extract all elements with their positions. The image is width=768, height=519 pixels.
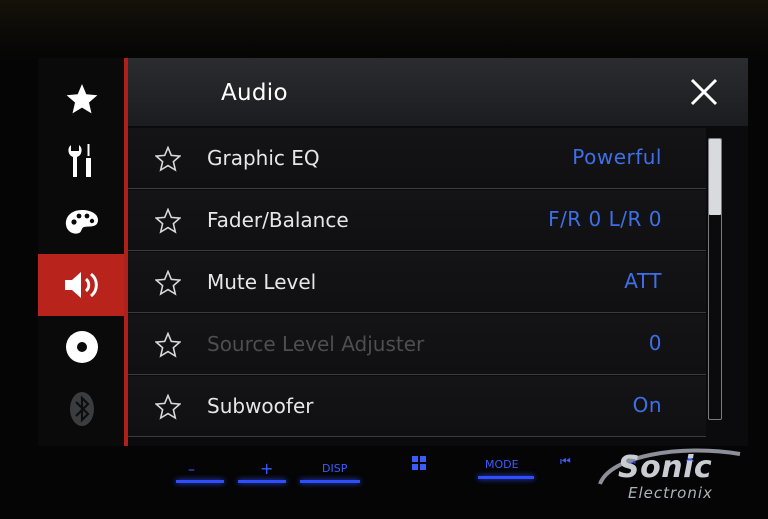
favorite-star-icon[interactable] (155, 270, 181, 296)
sidebar-item-favorites[interactable] (38, 68, 126, 130)
button-underline (176, 480, 224, 483)
sidebar-item-theme[interactable] (38, 192, 126, 254)
setting-value: F/R 0 L/R 0 (548, 207, 662, 231)
bluetooth-icon (70, 392, 94, 426)
device-bezel-top (0, 0, 768, 60)
close-icon[interactable] (688, 76, 720, 108)
watermark-logo: Sonic Electronix (590, 446, 760, 506)
watermark-line1: Sonic (618, 450, 713, 485)
theme-palette-icon (65, 210, 98, 234)
sidebar-item-audio[interactable] (38, 254, 126, 316)
setting-value: 0 (648, 331, 662, 355)
favorite-star-icon[interactable] (155, 146, 181, 172)
sidebar-item-settings[interactable] (38, 130, 126, 192)
setting-row-graphic-eq[interactable]: Graphic EQ Powerful (128, 128, 706, 189)
settings-tools-icon (68, 144, 91, 177)
scrollbar-thumb[interactable] (709, 139, 721, 215)
grid-menu-icon[interactable] (412, 456, 426, 470)
sidebar-item-bluetooth[interactable] (38, 378, 126, 440)
favorite-star-icon[interactable] (155, 394, 181, 420)
volume-up-button[interactable]: + (260, 459, 273, 478)
volume-down-button[interactable]: – (188, 462, 195, 478)
setting-label: Graphic EQ (207, 146, 320, 170)
favorite-star-icon[interactable] (155, 332, 181, 358)
page-title: Audio (221, 80, 288, 106)
sidebar-item-disc[interactable] (38, 316, 126, 378)
header: Audio (128, 58, 748, 126)
setting-row-fader-balance[interactable]: Fader/Balance F/R 0 L/R 0 (128, 190, 706, 251)
sidebar (38, 58, 126, 446)
setting-label: Source Level Adjuster (207, 332, 425, 356)
watermark-line2: Electronix (628, 484, 713, 502)
button-underline (238, 480, 286, 483)
head-unit-screen: Audio Graphic EQ Powerful Fader/Balance … (38, 58, 748, 446)
setting-label: Fader/Balance (207, 208, 349, 232)
setting-label: Mute Level (207, 270, 317, 294)
setting-value: Powerful (572, 145, 662, 169)
setting-row-source-level-adjuster: Source Level Adjuster 0 (128, 314, 706, 375)
setting-row-mute-level[interactable]: Mute Level ATT (128, 252, 706, 313)
star-icon (66, 84, 98, 114)
speaker-icon (65, 272, 98, 298)
button-underline (300, 480, 360, 483)
mode-button[interactable]: MODE (485, 458, 519, 471)
disp-button[interactable]: DISP (322, 462, 347, 475)
previous-track-button[interactable]: ⏮ (560, 454, 571, 469)
setting-value: On (632, 393, 662, 417)
disc-icon (66, 331, 98, 363)
button-underline (478, 476, 534, 479)
setting-label: Subwoofer (207, 394, 314, 418)
favorite-star-icon[interactable] (155, 208, 181, 234)
setting-value: ATT (624, 269, 662, 293)
settings-list: Graphic EQ Powerful Fader/Balance F/R 0 … (128, 128, 748, 446)
setting-row-subwoofer[interactable]: Subwoofer On (128, 376, 706, 437)
